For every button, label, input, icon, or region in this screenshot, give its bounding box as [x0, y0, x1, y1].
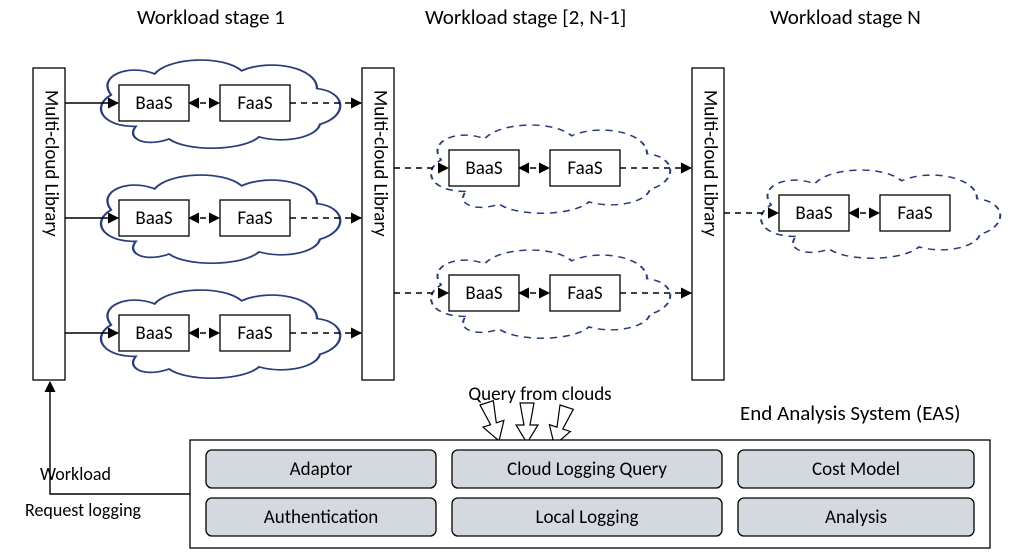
eas-container: Adaptor Cloud Logging Query Cost Model A…: [190, 440, 990, 548]
eas-adaptor: Adaptor: [290, 458, 353, 481]
library-label-1: Multi-cloud Library: [39, 90, 62, 237]
faas-label: FaaS: [237, 92, 272, 115]
cloud-stage1-1: BaaS FaaS: [101, 60, 340, 148]
baas-label: BaaS: [465, 282, 503, 305]
baas-label: BaaS: [465, 157, 503, 180]
eas-cost-model: Cost Model: [812, 458, 900, 481]
eas-authentication: Authentication: [264, 506, 379, 529]
heading-stage-n: Workload stage N: [770, 4, 921, 30]
cloud-stageN-1: BaaS FaaS: [761, 170, 1000, 258]
cloud-stage2-2: BaaS FaaS: [431, 250, 670, 338]
library-label-2: Multi-cloud Library: [368, 90, 391, 237]
cloud-stage1-2: BaaS FaaS: [101, 175, 340, 263]
faas-label: FaaS: [567, 282, 602, 305]
request-logging-label: Request logging: [25, 499, 142, 521]
multicloud-library-2: Multi-cloud Library: [362, 68, 394, 380]
multicloud-library-1: Multi-cloud Library: [33, 68, 65, 380]
heading-stage-2: Workload stage [2, N-1]: [425, 4, 626, 30]
baas-label: BaaS: [135, 322, 173, 345]
faas-label: FaaS: [237, 322, 272, 345]
faas-label: FaaS: [237, 207, 272, 230]
cloud-stage2-1: BaaS FaaS: [431, 125, 670, 213]
baas-label: BaaS: [135, 207, 173, 230]
cloud-stage1-3: BaaS FaaS: [101, 290, 340, 378]
faas-label: FaaS: [567, 157, 602, 180]
heading-stage-1: Workload stage 1: [137, 4, 285, 30]
baas-label: BaaS: [135, 92, 173, 115]
faas-label: FaaS: [897, 202, 932, 225]
baas-label: BaaS: [795, 202, 833, 225]
multicloud-library-3: Multi-cloud Library: [692, 68, 724, 380]
eas-analysis: Analysis: [825, 506, 887, 529]
eas-cloud-logging-query: Cloud Logging Query: [507, 458, 667, 481]
library-label-3: Multi-cloud Library: [698, 90, 721, 237]
eas-local-logging: Local Logging: [536, 506, 639, 529]
eas-title: End Analysis System (EAS): [740, 400, 960, 426]
architecture-diagram: Workload stage 1 Workload stage [2, N-1]…: [0, 0, 1009, 560]
